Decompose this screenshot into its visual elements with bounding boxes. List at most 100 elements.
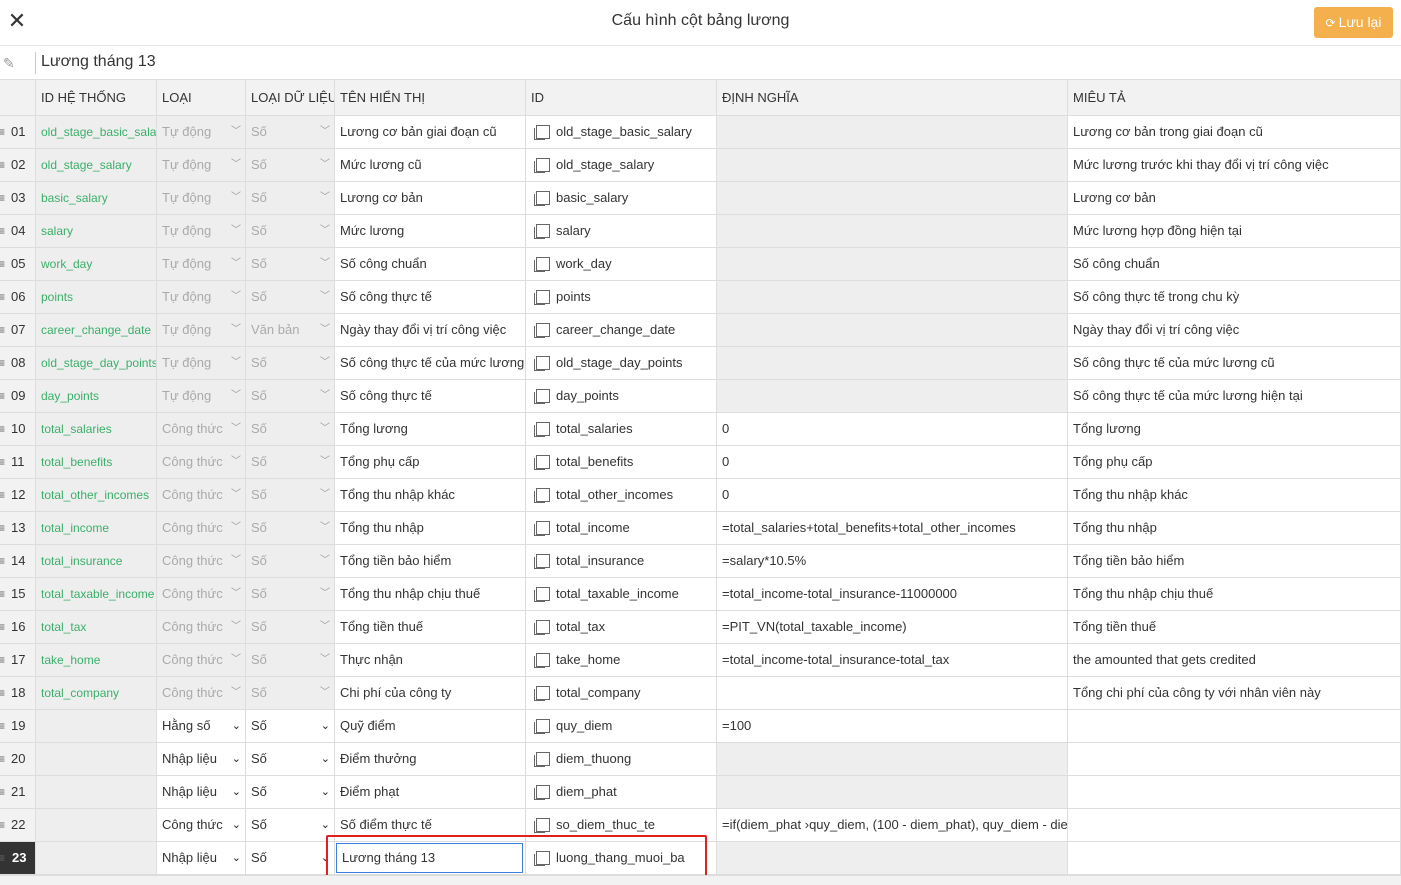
drag-handle-icon[interactable]: ≡ [0,281,5,313]
table-row[interactable]: ≡ 08 old_stage_day_points Tự động ﹀ Số ﹀ Số côn… [0,347,1401,380]
drag-handle-icon[interactable]: ≡ [0,314,5,346]
description-cell[interactable]: Tổng thu nhập [1068,512,1401,545]
description-cell[interactable]: Số công thực tế trong chu kỳ [1068,281,1401,314]
description-cell[interactable]: Tổng tiền bảo hiểm [1068,545,1401,578]
description-cell[interactable]: Số công chuẩn [1068,248,1401,281]
copy-icon[interactable] [534,191,550,206]
description-cell[interactable] [1068,809,1401,842]
description-cell[interactable]: Số công thực tế của mức lương hiện tại [1068,380,1401,413]
definition-cell[interactable]: 0 [717,413,1068,446]
row-number-cell[interactable]: ≡ 02 [0,149,36,182]
row-number-cell[interactable]: ≡ 01 [0,116,36,149]
copy-icon[interactable] [534,488,550,503]
description-cell[interactable]: Ngày thay đổi vị trí công việc [1068,314,1401,347]
copy-icon[interactable] [534,125,550,140]
drag-handle-icon[interactable]: ≡ [0,512,5,544]
definition-cell[interactable] [717,281,1068,314]
description-cell[interactable] [1068,842,1401,875]
copy-icon[interactable] [534,752,550,767]
row-number-cell[interactable]: ≡ 08 [0,347,36,380]
definition-cell[interactable] [717,380,1068,413]
copy-icon[interactable] [534,389,550,404]
row-number-cell[interactable]: ≡ 05 [0,248,36,281]
id-cell[interactable]: diem_phat [526,776,717,809]
definition-cell[interactable] [717,314,1068,347]
copy-icon[interactable] [534,719,550,734]
description-cell[interactable] [1068,776,1401,809]
drag-handle-icon[interactable]: ≡ [0,842,5,874]
definition-cell[interactable] [717,776,1068,809]
id-cell[interactable]: total_tax [526,611,717,644]
copy-icon[interactable] [534,158,550,173]
table-row[interactable]: ≡ 20 Nhập liệu ⌄ Số ⌄ Điểm thưởng diem_thuong [0,743,1401,776]
copy-icon[interactable] [534,290,550,305]
data-type-select[interactable]: Số ⌄ [246,776,335,809]
drag-handle-icon[interactable]: ≡ [0,677,5,709]
display-name-cell[interactable]: Tổng thu nhập khác [335,479,526,512]
definition-cell[interactable] [717,743,1068,776]
data-type-select[interactable]: Số ⌄ [246,743,335,776]
row-number-cell[interactable]: ≡ 18 [0,677,36,710]
drag-handle-icon[interactable]: ≡ [0,347,5,379]
definition-cell[interactable]: =total_salaries+total_benefits+total_oth… [717,512,1068,545]
copy-icon[interactable] [534,785,550,800]
copy-icon[interactable] [534,587,550,602]
copy-icon[interactable] [534,224,550,239]
id-cell[interactable]: quy_diem [526,710,717,743]
definition-cell[interactable] [717,248,1068,281]
row-number-cell[interactable]: ≡ 04 [0,215,36,248]
display-name-cell[interactable]: Số công thực tế của mức lương [335,347,526,380]
display-name-cell[interactable]: Số công thực tế [335,380,526,413]
id-cell[interactable]: work_day [526,248,717,281]
display-name-cell[interactable]: Tổng phụ cấp [335,446,526,479]
description-cell[interactable]: Tổng tiền thuế [1068,611,1401,644]
row-number-cell[interactable]: ≡ 15 [0,578,36,611]
definition-cell[interactable]: =100 [717,710,1068,743]
table-row[interactable]: ≡ 09 day_points Tự động ﹀ Số ﹀ Số công thực tế d… [0,380,1401,413]
row-number-cell[interactable]: ≡ 09 [0,380,36,413]
copy-icon[interactable] [534,653,550,668]
table-row[interactable]: ≡ 11 total_benefits Công thức ﹀ Số ﹀ Tổng phụ c… [0,446,1401,479]
id-cell[interactable]: day_points [526,380,717,413]
id-cell[interactable]: total_taxable_income [526,578,717,611]
row-number-cell[interactable]: ≡ 14 [0,545,36,578]
drag-handle-icon[interactable]: ≡ [0,479,5,511]
description-cell[interactable]: Tổng thu nhập khác [1068,479,1401,512]
description-cell[interactable]: Tổng lương [1068,413,1401,446]
drag-handle-icon[interactable]: ≡ [0,248,5,280]
row-number-cell[interactable]: ≡ 07 [0,314,36,347]
table-row[interactable]: ≡ 14 total_insurance Công thức ﹀ Số ﹀ Tổng tiền… [0,545,1401,578]
row-number-cell[interactable]: ≡ 03 [0,182,36,215]
row-number-cell[interactable]: ≡ 17 [0,644,36,677]
copy-icon[interactable] [534,422,550,437]
copy-icon[interactable] [534,554,550,569]
drag-handle-icon[interactable]: ≡ [0,578,5,610]
description-cell[interactable]: Lương cơ bản trong giai đoạn cũ [1068,116,1401,149]
drag-handle-icon[interactable]: ≡ [0,809,5,841]
id-cell[interactable]: total_other_incomes [526,479,717,512]
table-row[interactable]: ≡ 04 salary Tự động ﹀ Số ﹀ Mức lương salary Mức l… [0,215,1401,248]
display-name-cell[interactable]: Lương tháng 13 [335,842,526,875]
row-number-cell[interactable]: ≡ 11 [0,446,36,479]
definition-cell[interactable] [717,149,1068,182]
id-cell[interactable]: old_stage_basic_salary [526,116,717,149]
type-select[interactable]: Công thức ⌄ [157,809,246,842]
drag-handle-icon[interactable]: ≡ [0,413,5,445]
definition-cell[interactable]: 0 [717,446,1068,479]
table-row[interactable]: ≡ 21 Nhập liệu ⌄ Số ⌄ Điểm phạt diem_phat [0,776,1401,809]
display-name-cell[interactable]: Số công chuẩn [335,248,526,281]
copy-icon[interactable] [534,257,550,272]
row-number-cell[interactable]: ≡ 21 [0,776,36,809]
drag-handle-icon[interactable]: ≡ [0,644,5,676]
id-cell[interactable]: take_home [526,644,717,677]
row-number-cell[interactable]: ≡ 22 [0,809,36,842]
table-row[interactable]: ≡ 13 total_income Công thức ﹀ Số ﹀ Tổng thu nhậ… [0,512,1401,545]
display-name-cell[interactable]: Tổng tiền thuế [335,611,526,644]
drag-handle-icon[interactable]: ≡ [0,611,5,643]
description-cell[interactable]: Mức lương hợp đồng hiện tại [1068,215,1401,248]
data-type-select[interactable]: Số ⌄ [246,710,335,743]
data-type-select[interactable]: Số ⌄ [246,809,335,842]
display-name-cell[interactable]: Tổng thu nhập [335,512,526,545]
row-number-cell[interactable]: ≡ 23 [0,842,36,875]
copy-icon[interactable] [534,455,550,470]
